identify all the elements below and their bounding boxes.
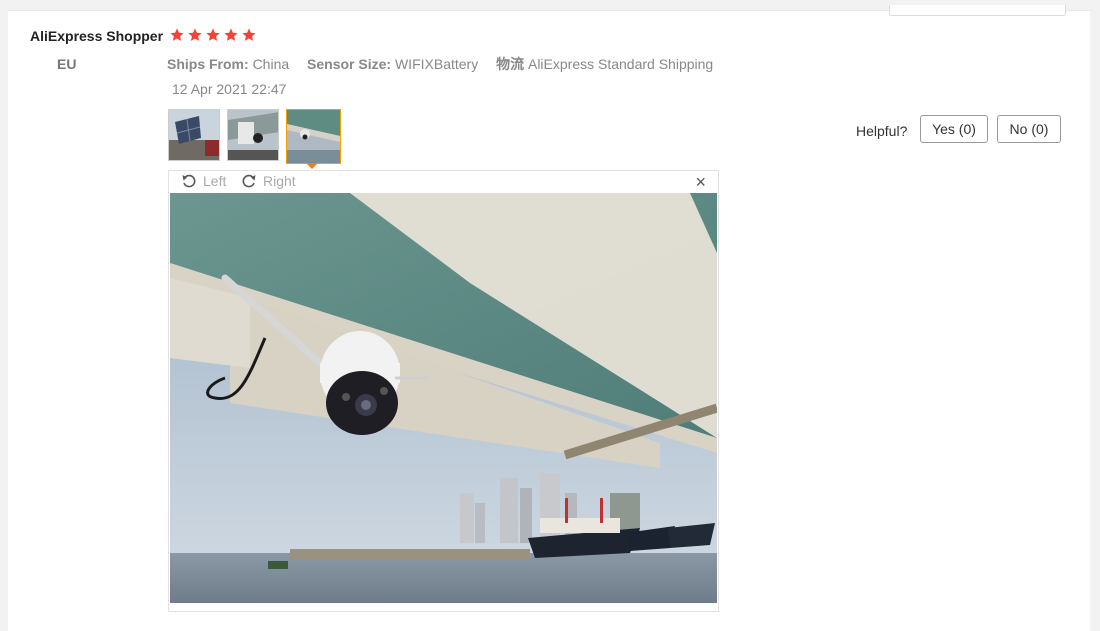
reviewer-country: EU bbox=[57, 56, 77, 72]
review-date: 12 Apr 2021 22:47 bbox=[172, 81, 287, 97]
sensor-size-label: Sensor Size: bbox=[307, 56, 392, 72]
order-attributes: Ships From: China Sensor Size: WIFIXBatt… bbox=[167, 54, 727, 74]
star-icon bbox=[224, 28, 238, 41]
ships-from-label: Ships From: bbox=[167, 56, 249, 72]
rotate-right-label: Right bbox=[263, 173, 296, 189]
rotate-right-button[interactable]: Right bbox=[241, 173, 296, 189]
selected-thumbnail-pointer bbox=[306, 163, 318, 169]
helpful-label: Helpful? bbox=[856, 123, 908, 139]
helpful-no-button[interactable]: No (0) bbox=[997, 115, 1061, 143]
helpful-yes-button[interactable]: Yes (0) bbox=[920, 115, 988, 143]
review-card: AliExpress Shopper EU Ships From: China … bbox=[8, 5, 1090, 631]
review-photo-large bbox=[170, 193, 717, 603]
rotate-left-icon bbox=[182, 174, 196, 188]
review-photo-thumbnail[interactable] bbox=[227, 109, 279, 161]
photo-viewer-toolbar: Left Right × bbox=[169, 171, 718, 193]
star-icon bbox=[188, 28, 202, 41]
star-icon bbox=[206, 28, 220, 41]
star-icon bbox=[242, 28, 256, 41]
review-photo-thumbnails bbox=[168, 109, 341, 164]
sensor-size-value: WIFIXBattery bbox=[394, 56, 479, 72]
camera-mount-photo bbox=[228, 110, 278, 160]
close-icon[interactable]: × bbox=[695, 173, 706, 191]
rotate-left-button[interactable]: Left bbox=[181, 173, 226, 189]
reviewer-name: AliExpress Shopper bbox=[30, 28, 164, 44]
ships-from-value: China bbox=[252, 56, 290, 72]
review-photo-thumbnail[interactable] bbox=[168, 109, 220, 161]
rotate-left-label: Left bbox=[203, 173, 227, 189]
sort-dropdown-partial[interactable] bbox=[889, 5, 1066, 16]
logistics-value: AliExpress Standard Shipping bbox=[527, 56, 714, 72]
review-photo-thumbnail-selected[interactable] bbox=[286, 109, 341, 164]
star-icon bbox=[170, 28, 184, 41]
rotate-right-icon bbox=[242, 174, 256, 188]
camera-under-pier-image bbox=[170, 193, 717, 603]
camera-harbor-photo-thumb bbox=[287, 110, 340, 163]
solar-panel-photo bbox=[169, 110, 219, 160]
photo-viewer: Left Right × bbox=[168, 170, 719, 612]
rating-stars bbox=[169, 27, 257, 45]
logistics-label: 物流 bbox=[496, 56, 525, 72]
